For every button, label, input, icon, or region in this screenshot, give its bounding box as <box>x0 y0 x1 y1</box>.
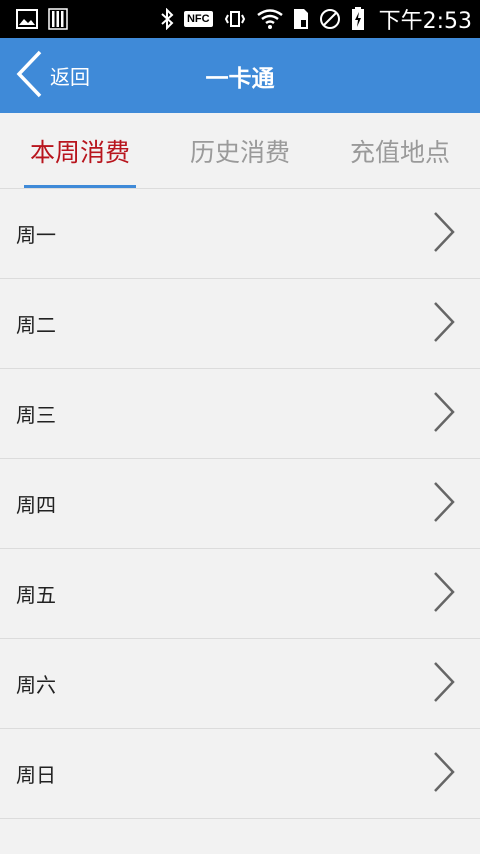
day-list: 周一 周二 周三 周四 周五 周六 周日 <box>0 189 480 819</box>
chevron-right-icon <box>432 301 456 347</box>
nfc-icon: NFC <box>183 11 213 27</box>
list-item-label: 周三 <box>16 403 56 427</box>
tab-label: 历史消费 <box>189 137 290 167</box>
list-item-saturday[interactable]: 周六 <box>0 639 480 729</box>
vibrate-icon <box>223 9 247 29</box>
wifi-icon <box>256 9 283 29</box>
list-item-monday[interactable]: 周一 <box>0 189 480 279</box>
chevron-right-icon <box>432 571 456 617</box>
bluetooth-icon <box>160 8 174 30</box>
list-item-thursday[interactable]: 周四 <box>0 459 480 549</box>
tab-label: 充值地点 <box>349 137 450 167</box>
list-item-sunday[interactable]: 周日 <box>0 729 480 819</box>
tab-bar: 本周消费 历史消费 充值地点 <box>0 113 480 189</box>
tab-label: 本周消费 <box>29 137 130 167</box>
chevron-right-icon <box>432 751 456 797</box>
list-item-tuesday[interactable]: 周二 <box>0 279 480 369</box>
app-bar: 返回 一卡通 <box>0 38 480 113</box>
list-item-wednesday[interactable]: 周三 <box>0 369 480 459</box>
list-item-label: 周五 <box>16 583 56 607</box>
chevron-right-icon <box>432 661 456 707</box>
list-item-label: 周日 <box>16 763 56 787</box>
chevron-right-icon <box>432 391 456 437</box>
image-icon <box>16 9 38 29</box>
tab-recharge-locations[interactable]: 充值地点 <box>320 113 480 188</box>
back-label: 返回 <box>50 65 90 89</box>
list-item-label: 周一 <box>16 223 56 247</box>
list-item-label: 周二 <box>16 313 56 337</box>
status-bar: NFC 下午2:53 <box>0 0 480 38</box>
tab-history[interactable]: 历史消费 <box>160 113 320 188</box>
tab-indicator <box>24 185 136 188</box>
list-item-label: 周六 <box>16 673 56 697</box>
battery-charging-icon <box>351 7 365 31</box>
back-button[interactable]: 返回 <box>14 38 90 113</box>
chevron-right-icon <box>432 211 456 257</box>
clock: 下午2:53 <box>378 9 472 34</box>
list-item-label: 周四 <box>16 493 56 517</box>
chevron-left-icon <box>14 49 44 103</box>
do-not-disturb-icon <box>319 8 341 30</box>
chevron-right-icon <box>432 481 456 527</box>
sim-card-icon <box>293 8 309 30</box>
tab-this-week[interactable]: 本周消费 <box>0 113 160 188</box>
list-item-friday[interactable]: 周五 <box>0 549 480 639</box>
sim-bars-icon <box>48 8 68 30</box>
